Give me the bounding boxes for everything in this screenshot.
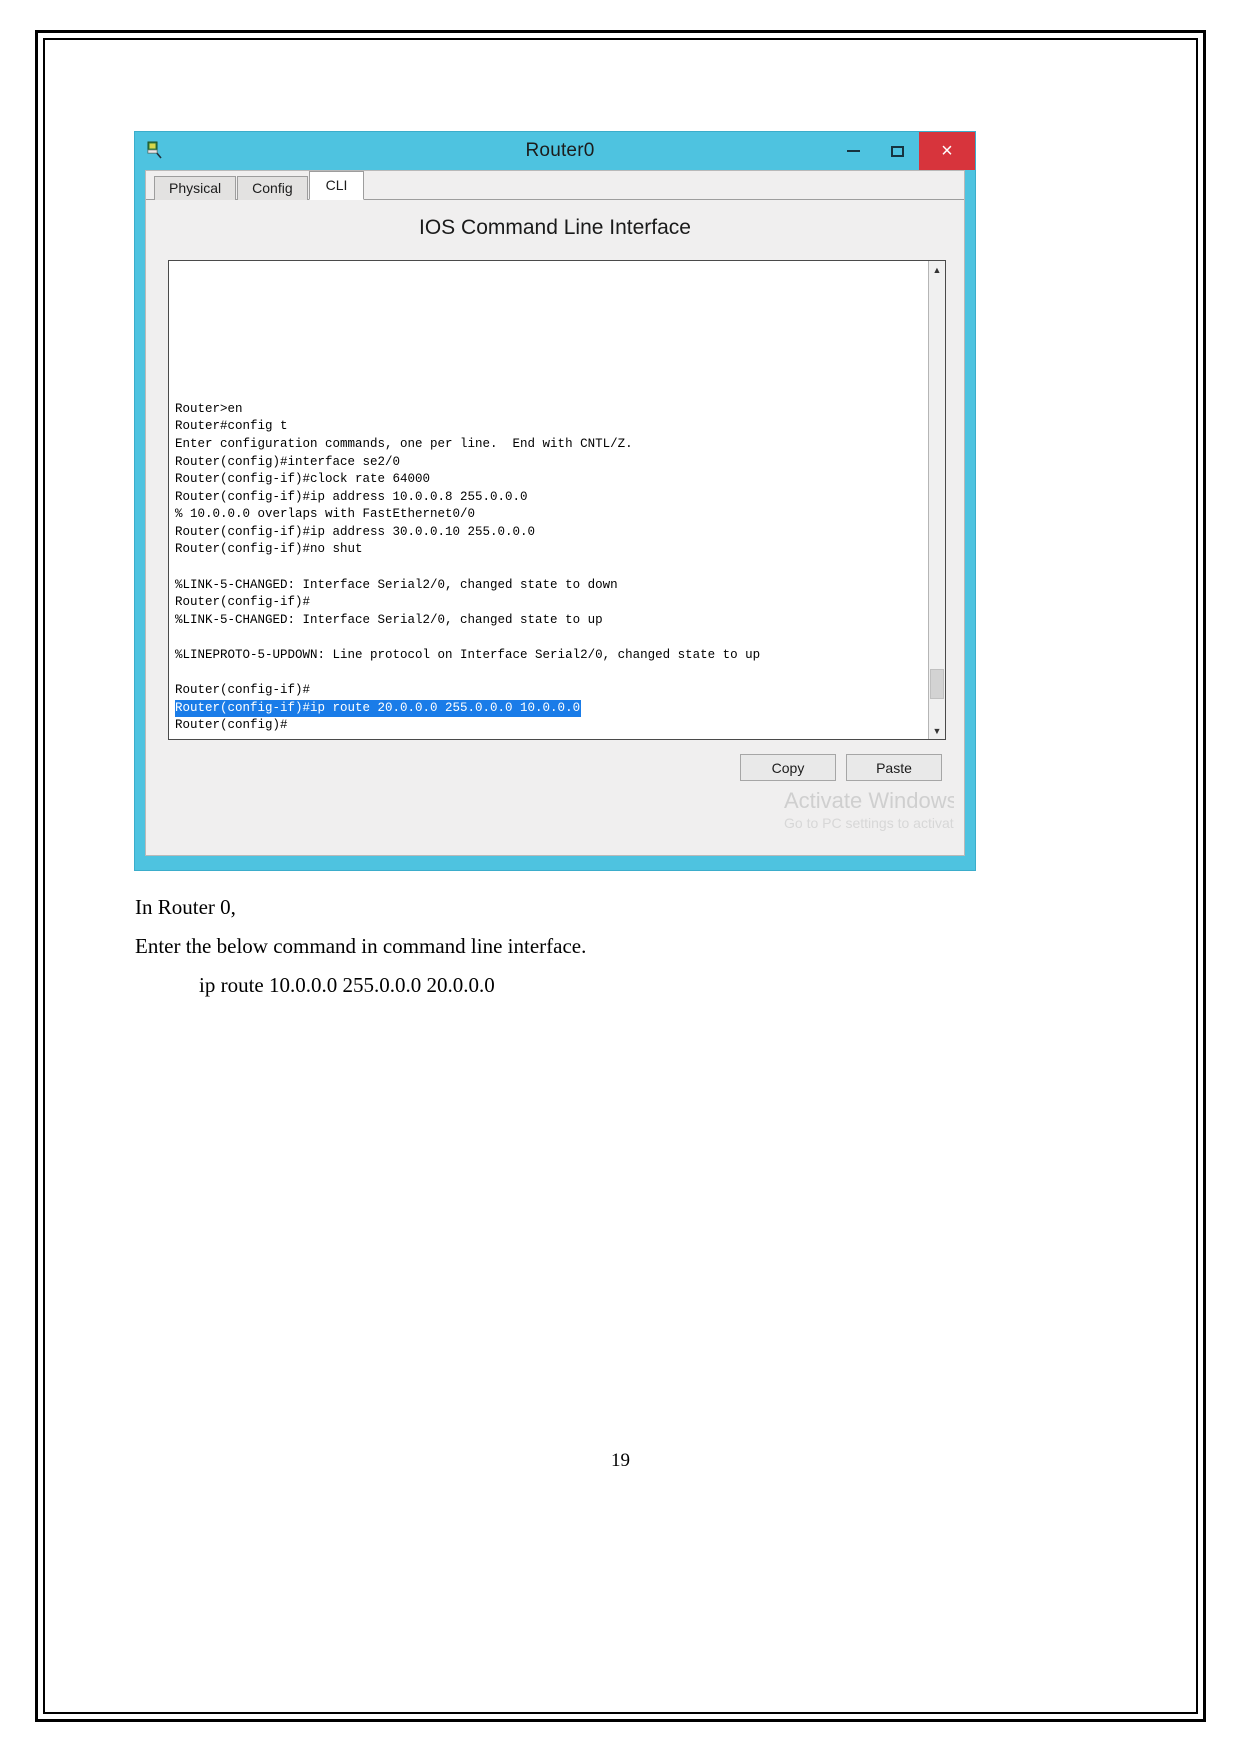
terminal-line: Router#config t — [175, 419, 288, 434]
terminal-line: Router(config-if)#no shut — [175, 542, 363, 557]
watermark-subtitle: Go to PC settings to activate Windows. — [784, 815, 954, 831]
tab-config[interactable]: Config — [237, 176, 308, 200]
window-body: Physical Config CLI IOS Command Line Int… — [145, 170, 965, 856]
maximize-button[interactable] — [875, 132, 919, 170]
packet-tracer-router-icon — [145, 140, 165, 160]
terminal-lines: Router>en Router#config t Enter configurat… — [175, 401, 928, 735]
terminal-line: Router(config)# — [175, 718, 288, 733]
scrollbar-thumb[interactable] — [930, 669, 944, 699]
doc-line-instruction: Enter the below command in command line … — [135, 934, 587, 958]
terminal-line: Router(config-if)#clock rate 64000 — [175, 472, 431, 487]
paste-button[interactable]: Paste — [846, 754, 942, 781]
terminal-line: Router(config-if)#ip address 30.0.0.10 2… — [175, 524, 536, 539]
document-body-text: In Router 0, Enter the below command in … — [135, 888, 1115, 1005]
terminal-line: Router(config-if)# — [175, 683, 311, 698]
terminal-line: Router(config-if)#ip address 10.0.0.8 25… — [175, 489, 528, 504]
scroll-down-icon[interactable]: ▼ — [929, 722, 945, 739]
terminal-line: Router(config-if)# — [175, 595, 311, 610]
terminal-line: %LINEPROTO-5-UPDOWN: Line protocol on In… — [175, 648, 761, 663]
copy-button[interactable]: Copy — [740, 754, 836, 781]
tab-cli[interactable]: CLI — [308, 171, 365, 200]
terminal-line: %LINK-5-CHANGED: Interface Serial2/0, ch… — [175, 577, 618, 592]
doc-line-intro: In Router 0, — [135, 895, 236, 919]
cli-action-buttons: Copy Paste — [740, 754, 942, 781]
page-content: Router0 × Physical Config CLI IOS Comman… — [45, 40, 1196, 1712]
terminal-output[interactable]: Router>en Router#config t Enter configurat… — [169, 261, 928, 739]
terminal-line: Router>en — [175, 401, 243, 416]
terminal-line-selected: Router(config-if)#ip route 20.0.0.0 255.… — [175, 699, 582, 718]
router0-window: Router0 × Physical Config CLI IOS Comman… — [135, 132, 975, 870]
cli-panel: IOS Command Line Interface Router>en Rout… — [146, 200, 964, 855]
page-number: 19 — [611, 1450, 630, 1471]
terminal-line: Enter configuration commands, one per li… — [175, 436, 633, 451]
tab-physical[interactable]: Physical — [154, 176, 237, 200]
terminal-container: Router>en Router#config t Enter configurat… — [168, 260, 946, 740]
terminal-line: %LINK-5-CHANGED: Interface Serial2/0, ch… — [175, 612, 603, 627]
activate-windows-watermark: Activate Windows Go to PC settings to ac… — [784, 788, 954, 832]
tab-strip: Physical Config CLI — [146, 171, 964, 200]
terminal-line: % 10.0.0.0 overlaps with FastEthernet0/0 — [175, 507, 476, 522]
close-icon[interactable]: × — [919, 132, 975, 170]
doc-line-command: ip route 10.0.0.0 255.0.0.0 20.0.0.0 — [199, 973, 495, 997]
terminal-scrollbar[interactable]: ▲ ▼ — [928, 261, 945, 739]
terminal-line: Router(config)#interface se2/0 — [175, 454, 401, 469]
minimize-button[interactable] — [831, 132, 875, 170]
window-controls: × — [831, 132, 975, 170]
window-titlebar: Router0 × — [135, 132, 975, 170]
scroll-up-icon[interactable]: ▲ — [929, 261, 945, 278]
panel-heading: IOS Command Line Interface — [419, 216, 691, 239]
watermark-title: Activate Windows — [784, 788, 954, 813]
